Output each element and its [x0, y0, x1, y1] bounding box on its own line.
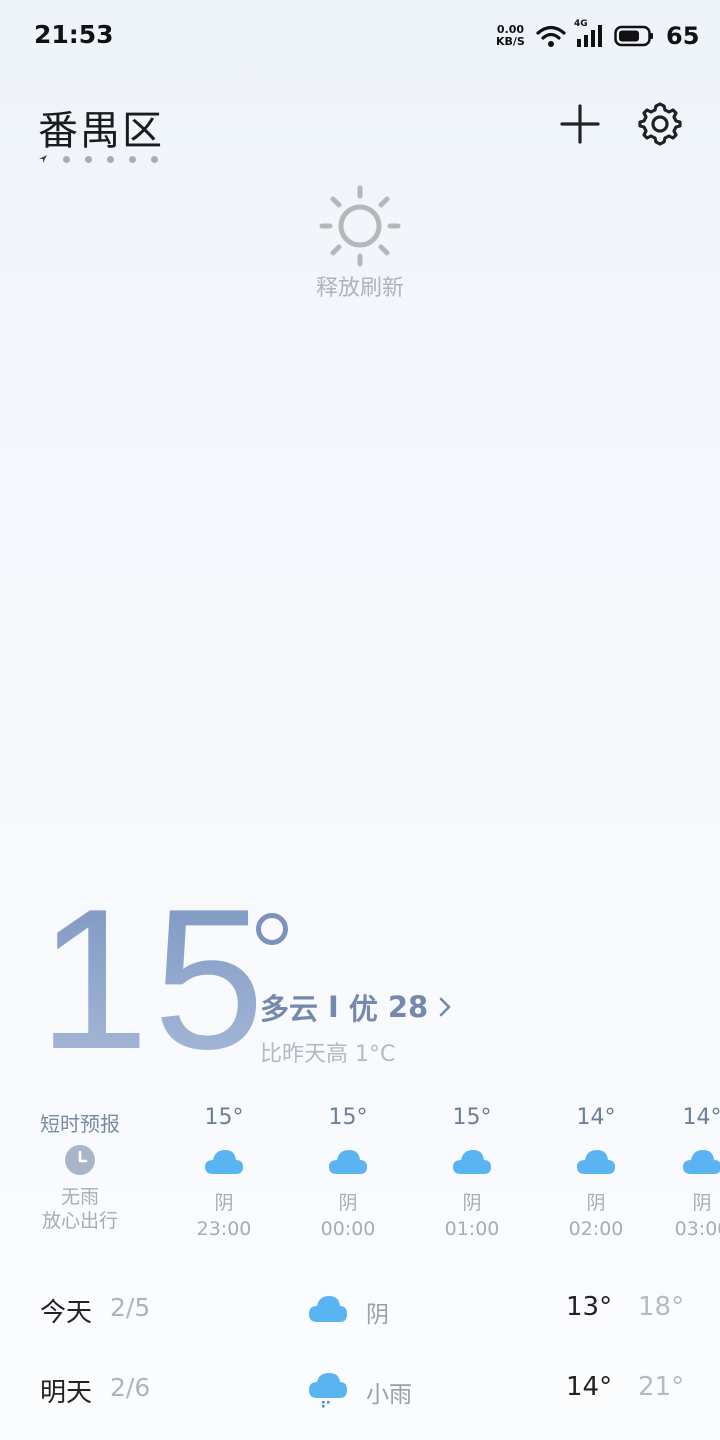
- day-label: 今天: [40, 1298, 93, 1328]
- current-temperature: 15: [38, 868, 269, 1091]
- aqi-label: 优: [348, 992, 378, 1026]
- sun-refresh-icon: [319, 185, 401, 267]
- day-high-temp: 18°: [638, 1292, 685, 1322]
- location-arrow-icon: [39, 155, 47, 163]
- status-time: 21:53: [34, 20, 114, 49]
- daily-row-tomorrow[interactable]: 明天 2/6 小雨 14° 21°: [0, 1370, 720, 1430]
- hour-temp: 15°: [204, 1105, 244, 1130]
- day-condition: 小雨: [366, 1382, 412, 1408]
- condition-aqi-link[interactable]: 多云 I 优 28: [260, 986, 452, 1028]
- hour-condition: 阴: [214, 1192, 234, 1214]
- cloud-icon: [329, 1150, 367, 1174]
- hour-time: 03:00: [674, 1218, 720, 1240]
- daily-row-today[interactable]: 今天 2/5 阴 13° 18°: [0, 1290, 720, 1350]
- cloud-icon: [309, 1296, 347, 1322]
- hour-time: 00:00: [320, 1218, 376, 1240]
- page-dot: [85, 155, 92, 163]
- page-indicator: [38, 154, 158, 164]
- hourly-item: 14° 阴 02:00: [546, 1105, 646, 1240]
- city-name[interactable]: 番禺区: [38, 98, 164, 156]
- refresh-hint: 释放刷新: [315, 276, 404, 301]
- net-speed-unit: KB/S: [496, 35, 525, 48]
- day-high-temp: 21°: [638, 1372, 685, 1402]
- day-date: 2/5: [110, 1293, 151, 1322]
- day-condition: 阴: [366, 1302, 389, 1328]
- hour-condition: 阴: [692, 1192, 712, 1214]
- hour-temp: 14°: [576, 1105, 616, 1130]
- cloud-icon: [205, 1150, 243, 1174]
- short-forecast-title[interactable]: 短时预报: [40, 1108, 120, 1137]
- battery-level: 65: [666, 22, 700, 50]
- hour-temp: 14°: [682, 1105, 720, 1130]
- page-dot: [151, 155, 158, 163]
- compare-yesterday: 比昨天高 1°C: [260, 1042, 396, 1067]
- hourly-item: 15° 阴 01:00: [422, 1105, 522, 1240]
- hour-condition: 阴: [462, 1192, 482, 1214]
- cloud-icon: [453, 1150, 491, 1174]
- net-speed-indicator: 0.00 KB/S: [496, 24, 525, 48]
- chevron-right-icon: [439, 997, 451, 1017]
- day-low-temp: 14°: [566, 1372, 613, 1402]
- day-low-temp: 13°: [566, 1292, 613, 1322]
- short-forecast-desc: 无雨 放心出行: [24, 1185, 136, 1233]
- add-city-button[interactable]: [556, 100, 604, 148]
- signal-icon: [577, 25, 602, 47]
- degree-symbol: [256, 913, 288, 945]
- hour-temp: 15°: [328, 1105, 368, 1130]
- hour-time: 02:00: [568, 1218, 624, 1240]
- day-date: 2/6: [110, 1373, 151, 1402]
- short-forecast-line1: 无雨: [60, 1186, 99, 1208]
- current-condition: 多云: [260, 992, 319, 1026]
- hourly-item: 15° 阴 23:00: [174, 1105, 274, 1240]
- hour-temp: 15°: [452, 1105, 492, 1130]
- page-dot: [107, 155, 114, 163]
- condition-separator: I: [328, 990, 339, 1024]
- short-forecast-line2: 放心出行: [41, 1210, 118, 1232]
- hour-time: 01:00: [444, 1218, 500, 1240]
- wifi-icon: [536, 25, 566, 47]
- day-label: 明天: [40, 1378, 93, 1408]
- battery-icon: [614, 25, 653, 47]
- hour-condition: 阴: [338, 1192, 358, 1214]
- cloud-icon: [683, 1150, 720, 1174]
- light-rain-icon: [309, 1373, 347, 1408]
- hourly-item-clipped: 14° 阴 03:00: [670, 1105, 720, 1245]
- cloud-icon: [577, 1150, 615, 1174]
- page-dot: [63, 155, 70, 163]
- hour-time: 23:00: [196, 1218, 252, 1240]
- cell-signal-indicator: 4G: [574, 19, 606, 49]
- hourly-item: 15° 阴 00:00: [298, 1105, 398, 1240]
- page-dot: [129, 155, 136, 163]
- hour-condition: 阴: [586, 1192, 606, 1214]
- clock-icon: [65, 1145, 95, 1175]
- settings-button[interactable]: [634, 98, 686, 150]
- gear-icon: [638, 102, 682, 146]
- status-icons: 4G 65: [536, 19, 700, 50]
- aqi-value: 28: [387, 990, 429, 1024]
